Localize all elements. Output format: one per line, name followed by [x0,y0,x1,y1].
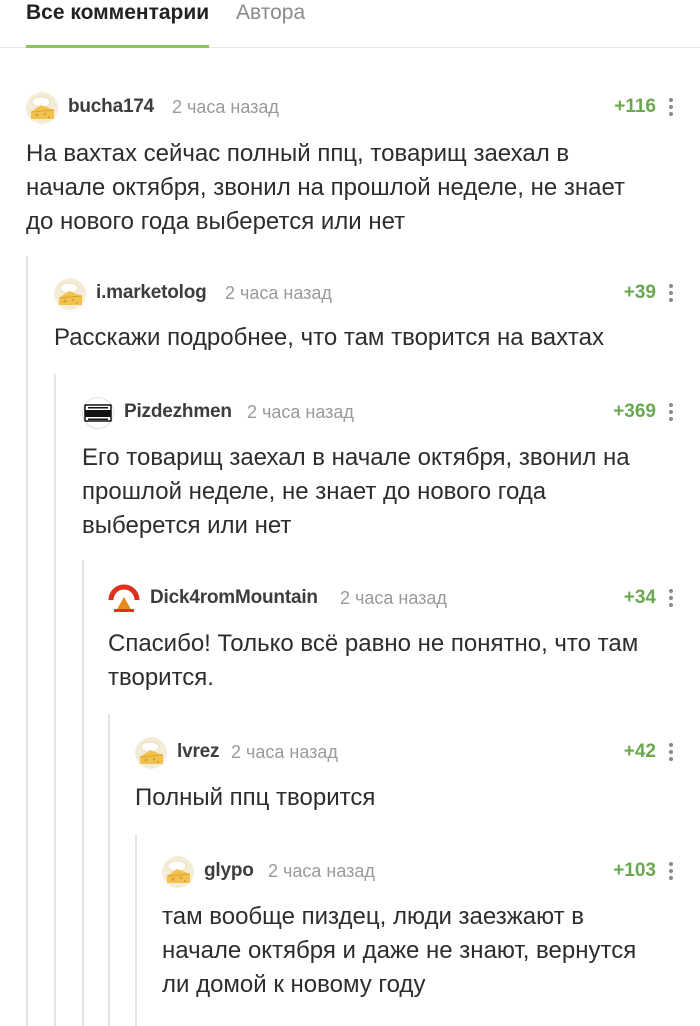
avatar[interactable] [26,92,58,124]
username[interactable]: glypo [204,860,254,882]
comment: Pizdezhmen 2 часа назад +369 Его товарищ… [82,394,700,544]
red-mountain-avatar-icon [108,584,140,615]
comment-header: Pizdezhmen 2 часа назад +369 [82,394,700,434]
thread-line [54,374,56,1026]
avatar[interactable] [108,583,140,615]
comment: bucha174 2 часа назад +116 На вахтах сей… [26,89,700,239]
comment-header: glypo 2 часа назад +103 [162,853,700,893]
comment-time: 2 часа назад [172,97,279,117]
tab-author[interactable]: Автора [236,0,305,48]
comment-rating: +103 [613,860,656,881]
more-options-icon[interactable] [668,284,674,304]
comment-time: 2 часа назад [231,742,338,762]
comment-text: там вообще пиздец, люди заезжают в начал… [162,903,637,998]
avatar[interactable] [135,737,167,769]
thread-line [26,256,28,1026]
default-cheese-avatar-icon [162,856,194,888]
comment: i.marketolog 2 часа назад +39 Расскажи п… [54,275,700,365]
comment: glypo 2 часа назад +103 там вообще пизде… [162,853,700,1013]
more-options-icon[interactable] [668,98,674,118]
avatar[interactable] [162,856,194,888]
default-cheese-avatar-icon [54,278,86,310]
more-options-icon[interactable] [668,862,674,882]
tab-all-comments[interactable]: Все комментарии [26,0,209,48]
comment-text: Спасибо! Только всё равно не понятно, чт… [108,630,639,691]
username[interactable]: Dick4romMountain [150,587,318,609]
comment-time: 2 часа назад [268,861,375,881]
comment: lvrez 2 часа назад +42 Полный ппц творит… [135,734,700,824]
more-options-icon[interactable] [668,403,674,423]
comment-rating: +34 [623,587,656,608]
parental-advisory-avatar-icon [82,397,114,429]
default-cheese-avatar-icon [135,737,167,769]
comment-text: Полный ппц творится [135,784,376,811]
username[interactable]: bucha174 [68,96,154,118]
thread-line [108,714,110,1026]
username[interactable]: Pizdezhmen [124,401,232,423]
username[interactable]: i.marketolog [96,282,207,304]
comment-text: Расскажи подробнее, что там творится на … [54,324,604,351]
comment-header: bucha174 2 часа назад +116 [26,89,700,129]
avatar[interactable] [54,278,86,310]
comments-tabs: Все комментарии Автора [0,0,700,48]
comment-rating: +369 [613,401,656,422]
comment: Dick4romMountain 2 часа назад +34 Спасиб… [108,580,700,700]
default-cheese-avatar-icon [26,92,58,124]
comment-text: Его товарищ заехал в начале октября, зво… [82,444,630,539]
comment-header: lvrez 2 часа назад +42 [135,734,700,774]
comment-rating: +39 [623,282,656,303]
avatar[interactable] [82,397,114,429]
comment-rating: +116 [614,96,656,117]
thread-line [82,560,84,1026]
comment-time: 2 часа назад [340,588,447,608]
comment-header: Dick4romMountain 2 часа назад +34 [108,580,700,620]
comment-text: На вахтах сейчас полный ппц, товарищ зае… [26,140,626,235]
more-options-icon[interactable] [668,589,674,609]
thread-line [135,834,137,1026]
comment-header: i.marketolog 2 часа назад +39 [54,275,700,315]
comment-time: 2 часа назад [247,402,354,422]
comment-time: 2 часа назад [225,283,332,303]
active-tab-indicator [26,45,209,48]
comment-rating: +42 [623,741,656,762]
username[interactable]: lvrez [177,741,220,763]
more-options-icon[interactable] [668,743,674,763]
